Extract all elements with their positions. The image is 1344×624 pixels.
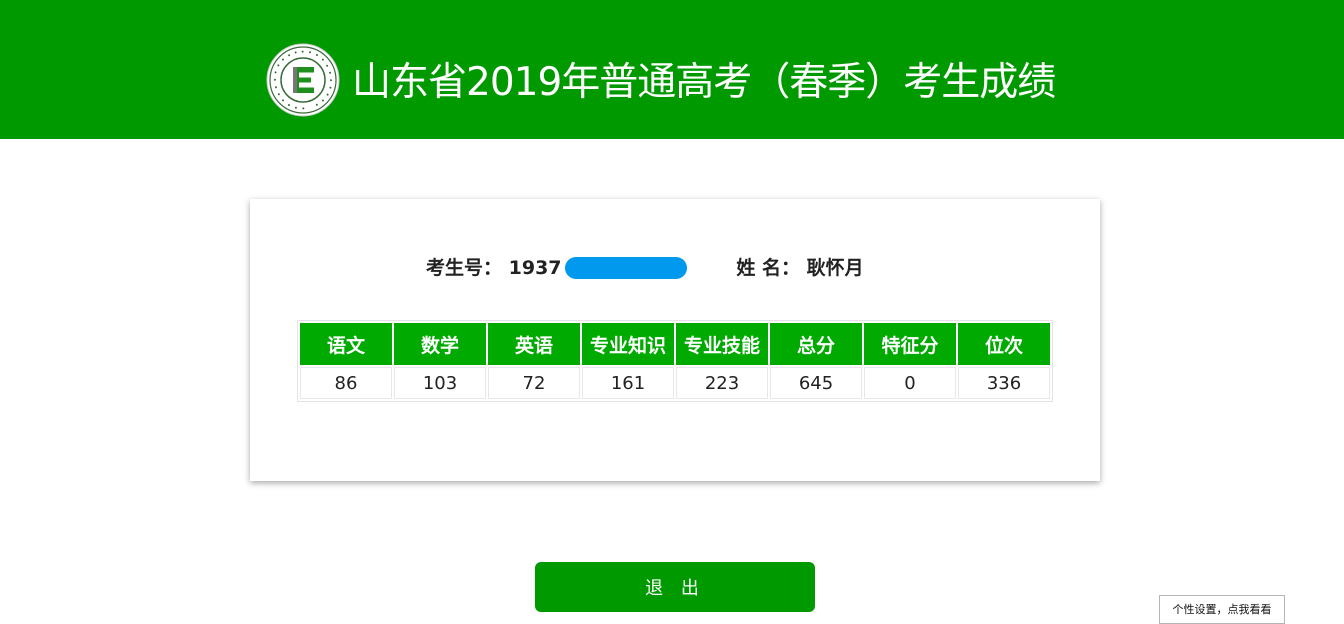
header-math: 数学 [394,323,486,365]
score-table: 语文 数学 英语 专业知识 专业技能 总分 特征分 位次 86 103 72 1… [297,320,1053,402]
header-feature-score: 特征分 [864,323,956,365]
redaction-mark [565,257,688,279]
header-professional-knowledge: 专业知识 [582,323,674,365]
header-rank: 位次 [958,323,1050,365]
candidate-name-label: 姓 名： [736,257,801,279]
score-professional-knowledge: 161 [582,367,674,399]
personal-settings-button[interactable]: 个性设置，点我看看 [1159,595,1285,624]
candidate-name-value: 耿怀月 [806,257,864,279]
score-value-row: 86 103 72 161 223 645 0 336 [300,367,1050,399]
score-feature: 0 [864,367,956,399]
header-total: 总分 [770,323,862,365]
score-math: 103 [394,367,486,399]
exam-authority-logo [266,43,340,117]
logout-button[interactable]: 退 出 [535,562,815,612]
score-total: 645 [770,367,862,399]
header-chinese: 语文 [300,323,392,365]
score-header-row: 语文 数学 英语 专业知识 专业技能 总分 特征分 位次 [300,323,1050,365]
score-chinese: 86 [300,367,392,399]
page-title: 山东省2019年普通高考（春季）考生成绩 [352,60,1056,105]
score-rank: 336 [958,367,1050,399]
page-header: 山东省2019年普通高考（春季）考生成绩 [0,0,1344,139]
score-english: 72 [488,367,580,399]
candidate-id-value: 1937 [508,257,562,279]
score-professional-skill: 223 [676,367,768,399]
candidate-info: 考生号： 1937 姓 名： 耿怀月 [426,255,864,281]
score-card: 考生号： 1937 姓 名： 耿怀月 语文 数学 英语 专业知识 专业技能 总分… [250,199,1100,481]
header-english: 英语 [488,323,580,365]
candidate-id-label: 考生号： [426,257,503,279]
header-professional-skill: 专业技能 [676,323,768,365]
